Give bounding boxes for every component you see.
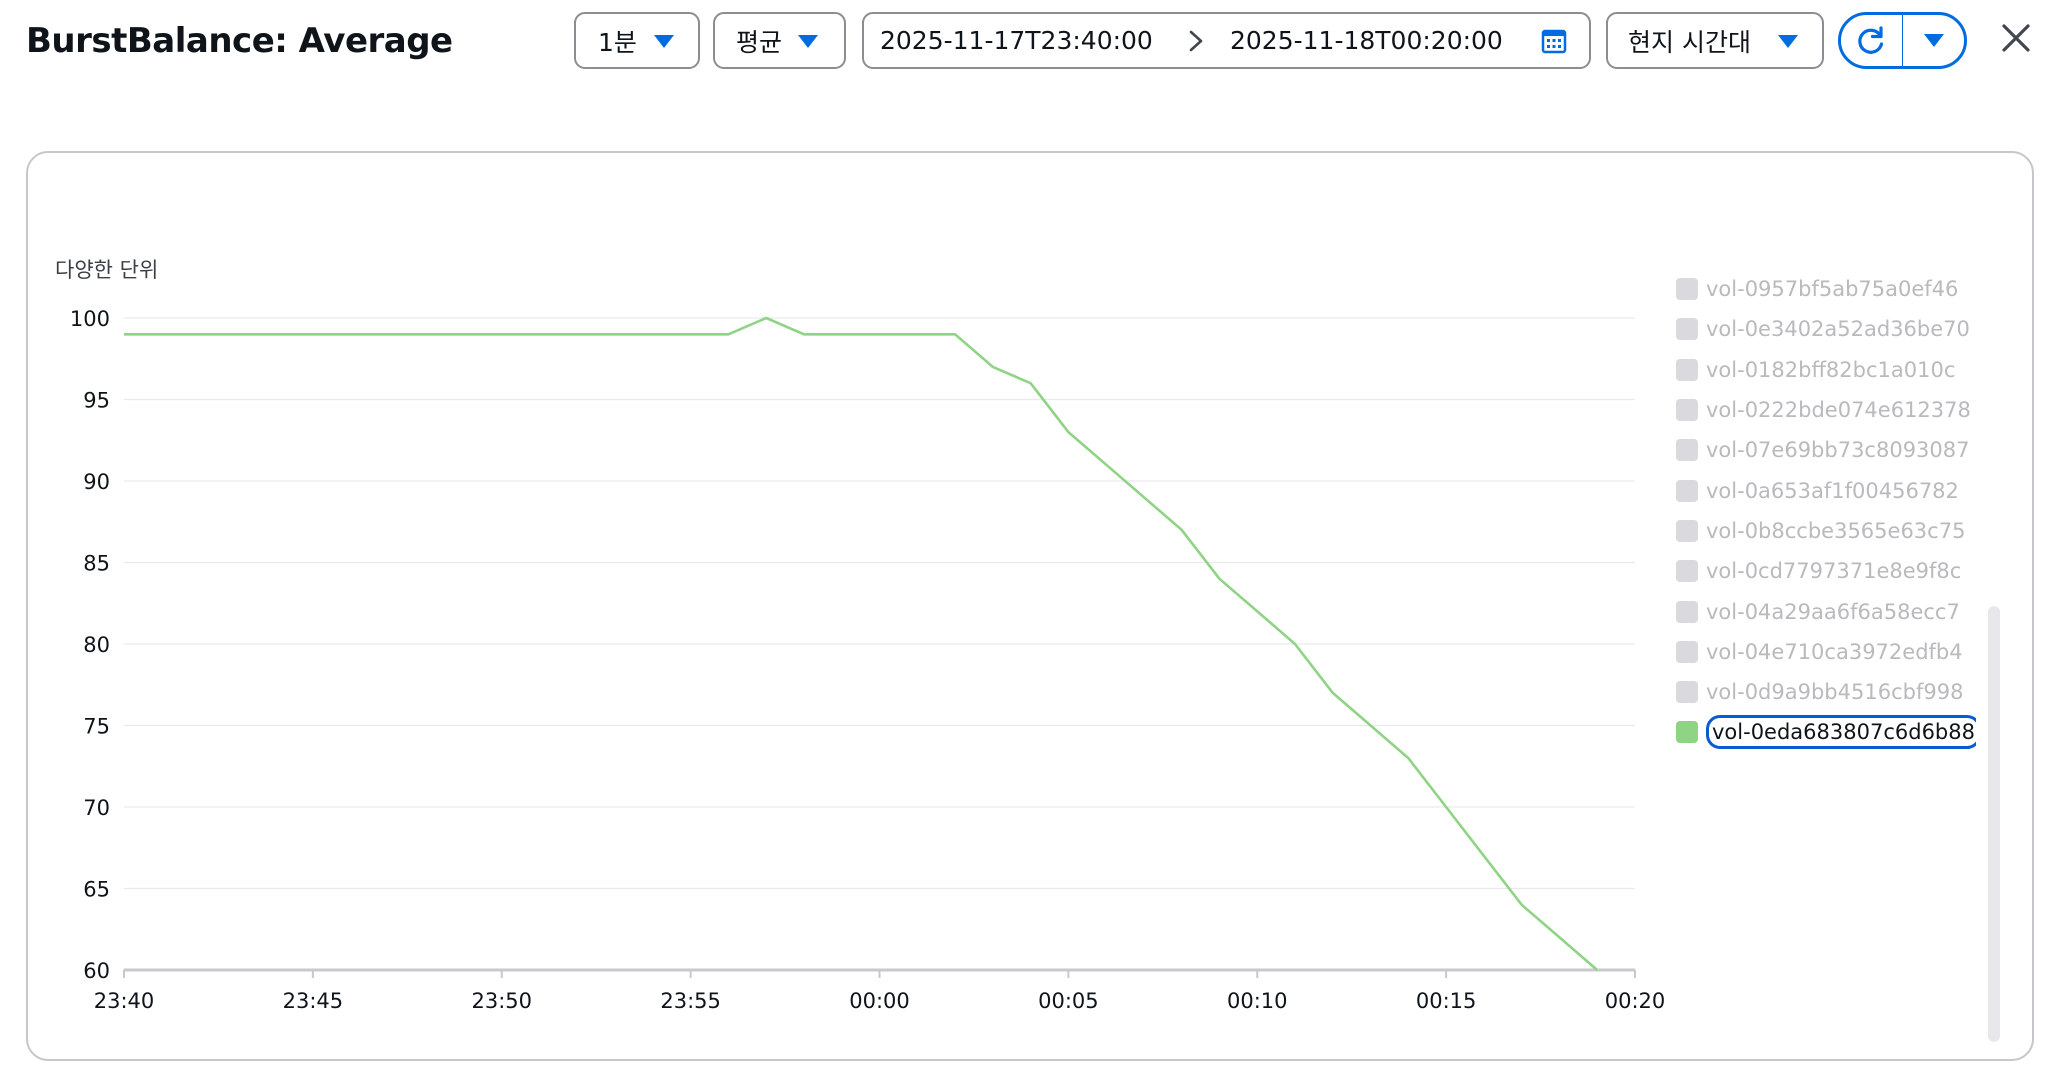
legend-item[interactable]: vol-04a29aa6f6a58ecc7 <box>1676 592 1960 632</box>
legend-swatch <box>1676 640 1698 663</box>
x-tick-label: 23:40 <box>94 989 155 1013</box>
x-tick-label: 23:55 <box>660 989 721 1013</box>
legend-swatch <box>1676 318 1698 341</box>
x-tick-label: 23:50 <box>471 989 532 1013</box>
legend-label: vol-07e69bb73c8093087 <box>1706 438 1970 463</box>
y-axis-ticks: 100 95 90 85 80 75 70 65 60 <box>70 307 110 983</box>
y-tick-label: 65 <box>83 878 110 902</box>
legend-swatch <box>1676 721 1698 744</box>
y-tick-label: 90 <box>83 470 110 494</box>
legend-label: vol-0cd7797371e8e9f8c <box>1706 559 1962 584</box>
x-tick-label: 23:45 <box>283 989 344 1013</box>
legend-item[interactable]: vol-07e69bb73c8093087 <box>1676 430 1970 470</box>
legend-label: vol-0b8ccbe3565e63c75 <box>1706 518 1966 543</box>
y-tick-label: 60 <box>83 959 110 983</box>
legend-item[interactable]: vol-0e3402a52ad36be70 <box>1676 309 1970 349</box>
legend-item[interactable]: vol-0957bf5ab75a0ef46 <box>1676 270 1958 309</box>
legend-item[interactable]: vol-0d9a9bb4516cbf998 <box>1676 672 1963 712</box>
legend-item[interactable]: vol-0cd7797371e8e9f8c <box>1676 551 1961 591</box>
x-tick-label: 00:20 <box>1605 989 1666 1013</box>
legend-label: vol-0eda683807c6d6b88 <box>1706 715 1976 750</box>
x-tick-label: 00:10 <box>1227 989 1288 1013</box>
x-axis-ticks: 23:40 23:45 23:50 23:55 00:00 00:05 00:10 00:15… <box>94 970 1666 1013</box>
legend-swatch <box>1676 681 1698 704</box>
legend-swatch <box>1676 358 1698 381</box>
legend-item[interactable]: vol-0a653af1f00456782 <box>1676 471 1959 511</box>
legend-label: vol-0d9a9bb4516cbf998 <box>1706 680 1964 705</box>
legend-swatch <box>1676 479 1698 502</box>
legend: vol-07bf4c41b19e4d309vol-04b4924bc13941d… <box>1676 270 1976 1018</box>
y-tick-label: 70 <box>83 796 110 820</box>
y-tick-label: 85 <box>83 552 110 576</box>
legend-label: vol-0182bff82bc1a010c <box>1706 357 1956 382</box>
legend-swatch <box>1676 560 1698 583</box>
x-tick-label: 00:15 <box>1416 989 1477 1013</box>
legend-swatch <box>1676 439 1698 462</box>
x-tick-label: 00:00 <box>849 989 910 1013</box>
legend-label: vol-04a29aa6f6a58ecc7 <box>1706 599 1960 624</box>
legend-item[interactable]: vol-0182bff82bc1a010c <box>1676 350 1955 390</box>
legend-label: vol-0222bde074e612378 <box>1706 398 1971 422</box>
legend-swatch <box>1676 519 1698 542</box>
legend-label: vol-0a653af1f00456782 <box>1706 478 1959 503</box>
legend-swatch <box>1676 278 1698 301</box>
y-tick-label: 95 <box>83 389 110 413</box>
legend-item[interactable]: vol-0eda683807c6d6b88 <box>1676 712 1976 752</box>
y-tick-label: 100 <box>70 307 110 331</box>
legend-label: vol-0e3402a52ad36be70 <box>1706 317 1970 342</box>
grid <box>124 317 1635 972</box>
legend-item[interactable]: vol-0222bde074e612378 <box>1676 390 1971 430</box>
y-tick-label: 80 <box>83 633 110 657</box>
legend-item[interactable]: vol-0b8ccbe3565e63c75 <box>1676 511 1965 551</box>
y-tick-label: 75 <box>83 715 110 739</box>
legend-swatch <box>1676 600 1698 623</box>
legend-scrollbar[interactable] <box>1988 606 2000 1042</box>
y-axis-label: 다양한 단위 <box>55 258 158 282</box>
legend-label: vol-0957bf5ab75a0ef46 <box>1706 277 1959 302</box>
x-tick-label: 00:05 <box>1038 989 1099 1013</box>
legend-item[interactable]: vol-04e710ca3972edfb4 <box>1676 632 1963 672</box>
legend-label: vol-04e710ca3972edfb4 <box>1706 639 1963 664</box>
legend-swatch <box>1676 399 1698 421</box>
